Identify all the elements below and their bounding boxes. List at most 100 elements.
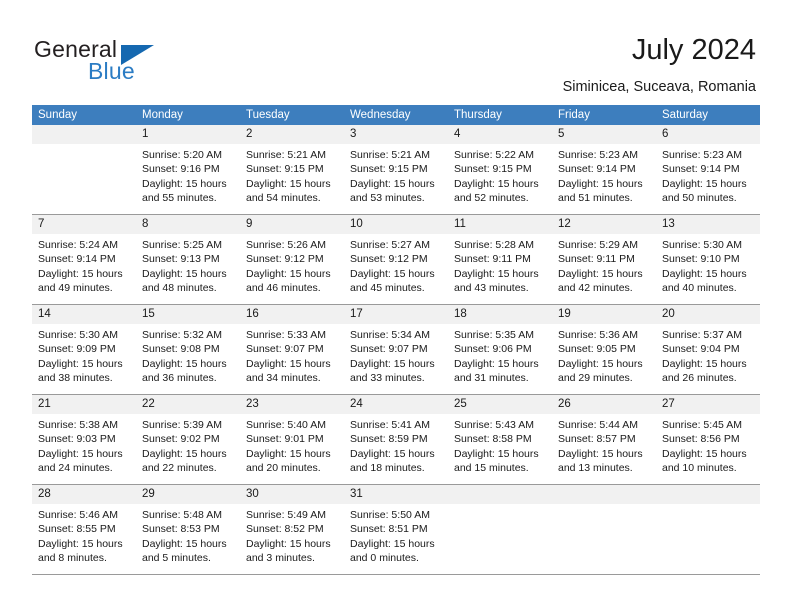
day-cell[interactable]: Sunrise: 5:27 AM Sunset: 9:12 PM Dayligh… [344,234,448,304]
day-cell[interactable]: Sunrise: 5:26 AM Sunset: 9:12 PM Dayligh… [240,234,344,304]
day-cell[interactable]: Sunrise: 5:23 AM Sunset: 9:14 PM Dayligh… [552,144,656,214]
day-cell[interactable]: Sunrise: 5:34 AM Sunset: 9:07 PM Dayligh… [344,324,448,394]
day-cell[interactable]: Sunrise: 5:24 AM Sunset: 9:14 PM Dayligh… [32,234,136,304]
day-number[interactable]: 2 [240,125,344,144]
day-cell[interactable]: Sunrise: 5:37 AM Sunset: 9:04 PM Dayligh… [656,324,760,394]
sunset-text: Sunset: 9:14 PM [662,163,740,176]
day-cell[interactable]: Sunrise: 5:23 AM Sunset: 9:14 PM Dayligh… [656,144,760,214]
day-number[interactable]: 22 [136,395,240,414]
day-cell[interactable]: Sunrise: 5:50 AM Sunset: 8:51 PM Dayligh… [344,504,448,574]
day-number[interactable]: 29 [136,485,240,504]
day-cell[interactable]: Sunrise: 5:45 AM Sunset: 8:56 PM Dayligh… [656,414,760,484]
day-cell[interactable]: Sunrise: 5:44 AM Sunset: 8:57 PM Dayligh… [552,414,656,484]
day-cell[interactable]: Sunrise: 5:48 AM Sunset: 8:53 PM Dayligh… [136,504,240,574]
weekday-header-tuesday: Tuesday [246,109,290,121]
day-number[interactable] [552,485,656,504]
daylight-text-line2: and 31 minutes. [454,372,529,385]
day-number[interactable]: 5 [552,125,656,144]
sunrise-text: Sunrise: 5:24 AM [38,239,118,251]
day-number[interactable]: 31 [344,485,448,504]
day-cell[interactable] [448,504,552,574]
daylight-text-line2: and 20 minutes. [246,462,321,475]
day-cell[interactable]: Sunrise: 5:49 AM Sunset: 8:52 PM Dayligh… [240,504,344,574]
day-number[interactable]: 8 [136,215,240,234]
sunset-text: Sunset: 8:57 PM [558,433,636,446]
day-cell[interactable]: Sunrise: 5:33 AM Sunset: 9:07 PM Dayligh… [240,324,344,394]
day-cell[interactable]: Sunrise: 5:40 AM Sunset: 9:01 PM Dayligh… [240,414,344,484]
sunrise-text: Sunrise: 5:46 AM [38,509,118,521]
day-number-band: 14 15 16 17 18 19 20 [32,305,760,324]
day-cell[interactable]: Sunrise: 5:35 AM Sunset: 9:06 PM Dayligh… [448,324,552,394]
day-cell[interactable]: Sunrise: 5:30 AM Sunset: 9:09 PM Dayligh… [32,324,136,394]
general-blue-logo[interactable]: General Blue [34,36,254,92]
day-cell[interactable]: Sunrise: 5:21 AM Sunset: 9:15 PM Dayligh… [240,144,344,214]
sunset-text: Sunset: 9:08 PM [142,343,220,356]
daylight-text-line1: Daylight: 15 hours [350,447,435,460]
day-cell[interactable]: Sunrise: 5:46 AM Sunset: 8:55 PM Dayligh… [32,504,136,574]
daylight-text-line1: Daylight: 15 hours [246,357,331,370]
day-number[interactable]: 27 [656,395,760,414]
day-cell[interactable] [656,504,760,574]
daylight-text-line2: and 52 minutes. [454,192,529,205]
page-header: General Blue July 2024 Siminicea, Suceav… [0,0,792,104]
day-cell[interactable]: Sunrise: 5:43 AM Sunset: 8:58 PM Dayligh… [448,414,552,484]
day-cell[interactable] [32,144,136,214]
day-number[interactable]: 10 [344,215,448,234]
daylight-text-line1: Daylight: 15 hours [662,267,747,280]
calendar-week-row: 1 2 3 4 5 6 Sunrise: 5:20 AM Sunset: 9:1… [32,125,760,215]
day-cell[interactable]: Sunrise: 5:32 AM Sunset: 9:08 PM Dayligh… [136,324,240,394]
day-cell[interactable]: Sunrise: 5:39 AM Sunset: 9:02 PM Dayligh… [136,414,240,484]
day-cell[interactable]: Sunrise: 5:21 AM Sunset: 9:15 PM Dayligh… [344,144,448,214]
day-number[interactable]: 3 [344,125,448,144]
day-number[interactable] [32,125,136,144]
day-number[interactable]: 14 [32,305,136,324]
day-number[interactable]: 20 [656,305,760,324]
day-number[interactable]: 26 [552,395,656,414]
sunrise-text: Sunrise: 5:40 AM [246,419,326,431]
day-cell[interactable]: Sunrise: 5:28 AM Sunset: 9:11 PM Dayligh… [448,234,552,304]
day-cell[interactable]: Sunrise: 5:38 AM Sunset: 9:03 PM Dayligh… [32,414,136,484]
day-cell[interactable]: Sunrise: 5:29 AM Sunset: 9:11 PM Dayligh… [552,234,656,304]
day-number[interactable]: 4 [448,125,552,144]
day-number[interactable]: 11 [448,215,552,234]
day-number[interactable]: 17 [344,305,448,324]
daylight-text-line2: and 5 minutes. [142,552,211,565]
day-cell[interactable]: Sunrise: 5:30 AM Sunset: 9:10 PM Dayligh… [656,234,760,304]
day-number[interactable]: 9 [240,215,344,234]
day-number[interactable]: 21 [32,395,136,414]
day-number[interactable]: 12 [552,215,656,234]
day-number[interactable]: 28 [32,485,136,504]
daylight-text-line1: Daylight: 15 hours [558,177,643,190]
day-number[interactable] [656,485,760,504]
day-cell[interactable]: Sunrise: 5:36 AM Sunset: 9:05 PM Dayligh… [552,324,656,394]
sunrise-text: Sunrise: 5:49 AM [246,509,326,521]
day-number[interactable]: 6 [656,125,760,144]
day-number[interactable]: 30 [240,485,344,504]
daylight-text-line1: Daylight: 15 hours [350,177,435,190]
day-cell[interactable] [552,504,656,574]
day-number[interactable]: 25 [448,395,552,414]
day-cell[interactable]: Sunrise: 5:25 AM Sunset: 9:13 PM Dayligh… [136,234,240,304]
day-number[interactable]: 23 [240,395,344,414]
sunset-text: Sunset: 9:09 PM [38,343,116,356]
day-number[interactable]: 13 [656,215,760,234]
daylight-text-line2: and 51 minutes. [558,192,633,205]
sunrise-text: Sunrise: 5:23 AM [662,149,742,161]
daylight-text-line2: and 29 minutes. [558,372,633,385]
day-number[interactable]: 19 [552,305,656,324]
daylight-text-line2: and 33 minutes. [350,372,425,385]
daylight-text-line2: and 55 minutes. [142,192,217,205]
day-cell[interactable]: Sunrise: 5:22 AM Sunset: 9:15 PM Dayligh… [448,144,552,214]
day-number[interactable]: 7 [32,215,136,234]
day-cell[interactable]: Sunrise: 5:41 AM Sunset: 8:59 PM Dayligh… [344,414,448,484]
day-number[interactable]: 18 [448,305,552,324]
day-number[interactable]: 24 [344,395,448,414]
day-number[interactable]: 1 [136,125,240,144]
day-cell[interactable]: Sunrise: 5:20 AM Sunset: 9:16 PM Dayligh… [136,144,240,214]
day-number[interactable]: 16 [240,305,344,324]
sunset-text: Sunset: 9:13 PM [142,253,220,266]
day-number[interactable] [448,485,552,504]
day-number[interactable]: 15 [136,305,240,324]
sunset-text: Sunset: 9:15 PM [246,163,324,176]
daylight-text-line1: Daylight: 15 hours [246,537,331,550]
